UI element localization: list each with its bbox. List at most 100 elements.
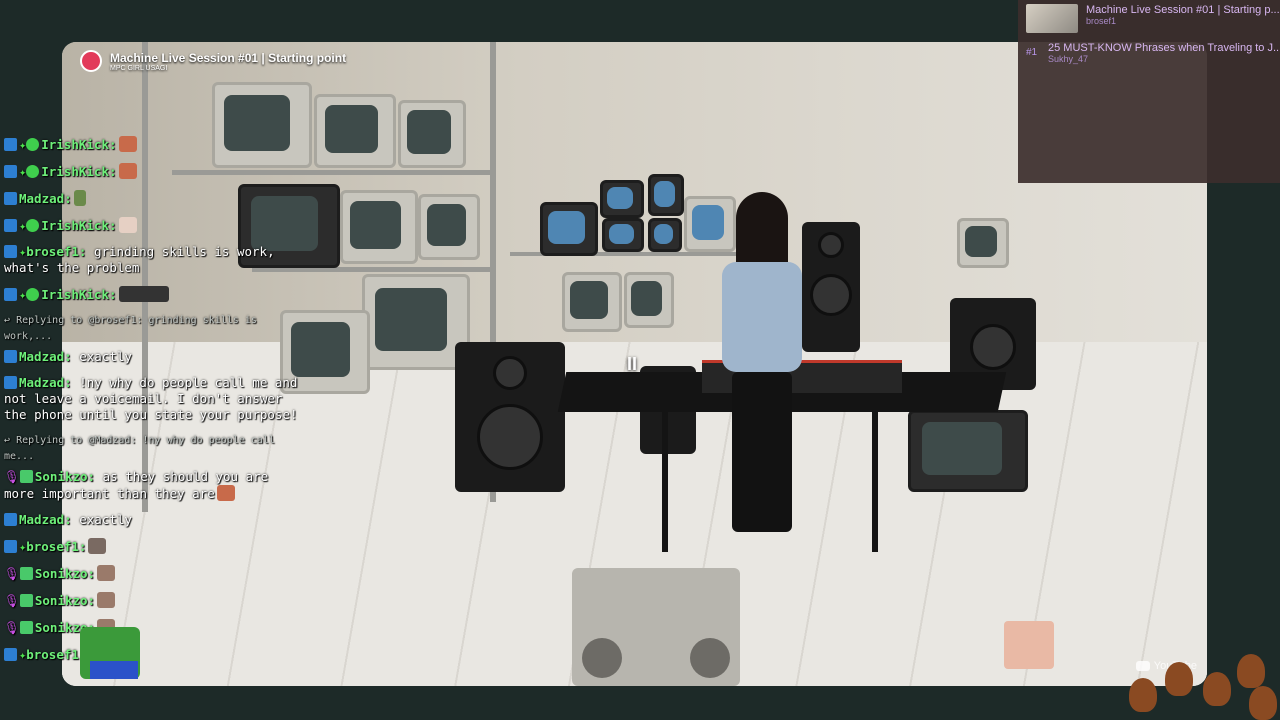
chat-message: Madzad: exactly: [4, 512, 304, 528]
chat-username[interactable]: IrishKick:: [41, 287, 116, 302]
face-emote-icon: [118, 163, 137, 179]
crt-tv: [648, 174, 684, 216]
crt-tv: [624, 272, 674, 328]
squirrel-emotes-icon: [1125, 648, 1280, 720]
queue-item[interactable]: #1 25 MUST-KNOW Phrases when Traveling t…: [1026, 42, 1280, 64]
crt-tv: [908, 410, 1028, 492]
chat-username[interactable]: IrishKick:: [41, 137, 116, 152]
chat-username[interactable]: Madzad:: [19, 349, 72, 364]
emote-icon: [97, 565, 116, 581]
video-title-bar: Machine Live Session #01 | Starting poin…: [80, 50, 346, 72]
prime-badge-icon: [4, 648, 17, 661]
chat-text: exactly: [79, 512, 132, 527]
crt-tv: [398, 100, 466, 168]
subscriber-badge-icon: [19, 594, 33, 607]
mic-badge-icon: 🎙: [4, 620, 20, 635]
chat-username[interactable]: Sonikzo:: [35, 566, 95, 581]
hand-emote-icon: [118, 217, 137, 233]
chat-message: ✦brosef1:: [4, 538, 304, 555]
chat-message: 🎙 Sonikzo:: [4, 592, 304, 609]
subscriber-badge-icon: [19, 470, 33, 483]
queue-item-author: Sukhy_47: [1048, 54, 1089, 64]
prime-badge-icon: [4, 138, 17, 151]
crt-tv: [600, 180, 644, 218]
chat-message: Madzad: !ny why do people call me and no…: [4, 375, 304, 423]
queue-item-title: 25 MUST-KNOW Phrases when Traveling to J…: [1048, 42, 1280, 54]
crt-tv: [562, 272, 622, 332]
sparkle-badge-icon: ✦: [19, 138, 27, 152]
chat-username[interactable]: brosef1:: [26, 539, 86, 554]
reply-text: Replying to @Madzad: !ny why do people c…: [4, 435, 275, 462]
performer: [722, 192, 802, 532]
sparkle-badge-icon: ✦: [19, 288, 27, 302]
mic-badge-icon: 🎙: [4, 469, 20, 484]
prime-badge-icon: [4, 376, 17, 389]
boombox: [572, 568, 740, 686]
chat-message: ✦ IrishKick:: [4, 286, 304, 303]
queue-item-title: Machine Live Session #01 | Starting p...: [1086, 4, 1280, 16]
chat-username[interactable]: IrishKick:: [41, 164, 116, 179]
crt-tv: [340, 190, 418, 264]
chat-message: 🎙 Sonikzo: as they should you are more im…: [4, 469, 304, 502]
crt-tv: [648, 218, 682, 252]
chat-overlay: ✦ IrishKick: ✦ IrishKick: Madzad: ✦ IrishKi…: [4, 136, 304, 673]
frog-emote-icon: [80, 627, 140, 679]
chat-username[interactable]: brosef1:: [26, 244, 86, 259]
chat-username[interactable]: Sonikzo:: [35, 469, 95, 484]
mic-badge-icon: 🎙: [4, 566, 20, 581]
queue-thumbnail: [1026, 4, 1078, 33]
chat-message: ✦ IrishKick:: [4, 217, 304, 234]
chat-username[interactable]: Madzad:: [19, 191, 72, 206]
video-title[interactable]: Machine Live Session #01 | Starting poin…: [110, 51, 346, 65]
chat-username[interactable]: Madzad:: [19, 512, 72, 527]
chat-message: ✦brosef1:: [4, 646, 304, 663]
subscriber-badge-icon: [19, 621, 33, 634]
sparkle-badge-icon: ✦: [19, 219, 27, 233]
reply-arrow-icon: ↩: [4, 315, 11, 326]
queue-panel: Machine Live Session #01 | Starting p...…: [1018, 0, 1280, 183]
chat-message: Madzad:: [4, 190, 304, 207]
verified-badge-icon: [26, 288, 40, 301]
verified-badge-icon: [26, 219, 40, 232]
sparkle-badge-icon: ✦: [19, 165, 27, 179]
webcam-face-overlay: [1004, 621, 1054, 669]
table-leg: [872, 412, 878, 552]
queue-item-author: brosef1: [1086, 16, 1117, 26]
chat-reply-context: ↩ Replying to @brosef1: grinding skills …: [4, 313, 304, 345]
table-leg: [662, 412, 668, 552]
reply-text: Replying to @brosef1: grinding skills is…: [4, 315, 257, 342]
chat-message: 🎙 Sonikzo:: [4, 619, 304, 636]
emote-icon: [88, 538, 107, 554]
chat-username[interactable]: Madzad:: [19, 375, 72, 390]
reply-arrow-icon: ↩: [4, 435, 11, 446]
crt-tv: [540, 202, 598, 256]
chat-message: ✦ IrishKick:: [4, 163, 304, 180]
prime-badge-icon: [4, 350, 17, 363]
prime-badge-icon: [4, 540, 17, 553]
subscriber-badge-icon: [19, 567, 33, 580]
queue-item[interactable]: Machine Live Session #01 | Starting p...…: [1026, 4, 1280, 33]
channel-name[interactable]: MPC GIRL USAGI: [110, 65, 346, 72]
chat-text: exactly: [79, 349, 132, 364]
crt-tv: [362, 274, 470, 370]
face-emote-icon: [216, 485, 235, 501]
channel-avatar[interactable]: [80, 50, 102, 72]
verified-badge-icon: [26, 165, 40, 178]
pause-icon[interactable]: II: [627, 354, 637, 375]
chat-message: ✦ IrishKick:: [4, 136, 304, 153]
chat-username[interactable]: IrishKick:: [41, 218, 116, 233]
verified-badge-icon: [26, 138, 40, 151]
chat-message: ✦brosef1: grinding skills is work, what'…: [4, 244, 304, 276]
chat-username[interactable]: brosef1:: [26, 647, 86, 662]
studio-speaker: [455, 342, 565, 492]
chat-username[interactable]: Sonikzo:: [35, 593, 95, 608]
chat-message: 🎙 Sonikzo:: [4, 565, 304, 582]
emote-icon: [73, 190, 86, 206]
mic-badge-icon: 🎙: [4, 593, 20, 608]
chat-reply-context: ↩ Replying to @Madzad: !ny why do people…: [4, 433, 304, 465]
crt-tv: [957, 218, 1009, 268]
face-emote-icon: [118, 136, 137, 152]
studio-speaker: [802, 222, 860, 352]
prime-badge-icon: [4, 245, 17, 258]
prime-badge-icon: [4, 288, 17, 301]
